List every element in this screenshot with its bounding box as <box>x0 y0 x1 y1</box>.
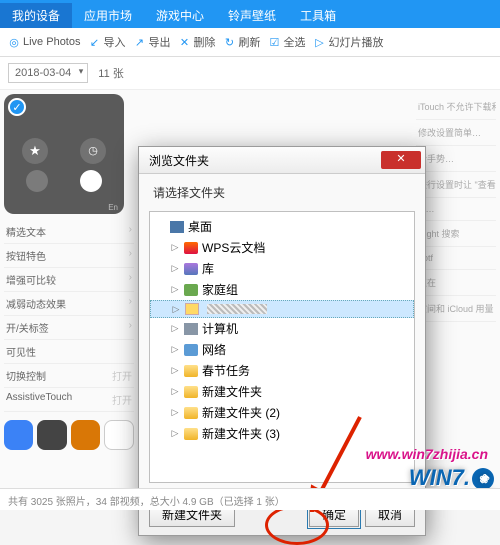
tree-wps[interactable]: ▷WPS云文档 <box>150 237 414 258</box>
network-icon <box>184 344 198 356</box>
folder-tree[interactable]: 桌面 ▷WPS云文档 ▷库 ▷家庭组 ▷ ▷计算机 ▷网络 ▷春节任务 ▷新建文… <box>149 211 415 483</box>
date-dropdown[interactable]: 2018-03-04 <box>8 63 88 83</box>
tab-game[interactable]: 游戏中心 <box>144 3 216 28</box>
tree-network[interactable]: ▷网络 <box>150 339 414 360</box>
dialog-prompt: 请选择文件夹 <box>139 174 425 207</box>
close-button[interactable]: ✕ <box>381 151 421 169</box>
tab-ring[interactable]: 铃声壁纸 <box>216 3 288 28</box>
wps-icon <box>184 242 198 254</box>
tab-tools[interactable]: 工具箱 <box>288 3 348 28</box>
tree-folder[interactable]: ▷新建文件夹 <box>150 381 414 402</box>
tree-homegroup[interactable]: ▷家庭组 <box>150 279 414 300</box>
selectall-icon: ☑ <box>268 36 280 48</box>
photo-count: 11 张 <box>98 65 123 81</box>
top-tabs: 我的设备 应用市场 游戏中心 铃声壁纸 工具箱 <box>0 0 500 28</box>
tab-device[interactable]: 我的设备 <box>0 3 72 28</box>
filter-bar: 2018-03-04 11 张 <box>0 57 500 90</box>
toolbar: ◎Live Photos ↙导入 ↗导出 ✕删除 ↻刷新 ☑全选 ▷幻灯片播放 <box>0 28 500 57</box>
tab-market[interactable]: 应用市场 <box>72 3 144 28</box>
export-icon: ↗ <box>133 36 145 48</box>
tree-folder[interactable]: ▷新建文件夹 (2) <box>150 402 414 423</box>
folder-icon <box>184 407 198 419</box>
tree-desktop[interactable]: 桌面 <box>150 216 414 237</box>
play-icon: ▷ <box>313 36 325 48</box>
delete-icon: ✕ <box>178 36 190 48</box>
tool-import[interactable]: ↙导入 <box>88 34 125 50</box>
dialog-titlebar: 浏览文件夹 ✕ <box>139 147 425 174</box>
tree-folder[interactable]: ▷春节任务 <box>150 360 414 381</box>
live-icon: ◎ <box>8 36 20 48</box>
tree-library[interactable]: ▷库 <box>150 258 414 279</box>
desktop-icon <box>170 221 184 233</box>
dialog-title: 浏览文件夹 <box>149 152 209 169</box>
tool-selectall[interactable]: ☑全选 <box>268 34 305 50</box>
tree-folder[interactable]: ▷新建文件夹 (3) <box>150 423 414 444</box>
folder-icon <box>184 386 198 398</box>
tool-export[interactable]: ↗导出 <box>133 34 170 50</box>
tool-delete[interactable]: ✕删除 <box>178 34 215 50</box>
status-bar: 共有 3025 张照片，34 部视频，总大小 4.9 GB（已选择 1 张） <box>0 488 500 510</box>
homegroup-icon <box>184 284 198 296</box>
library-icon <box>184 263 198 275</box>
user-folder-icon <box>185 303 199 315</box>
tool-slideshow[interactable]: ▷幻灯片播放 <box>313 34 383 50</box>
tree-computer[interactable]: ▷计算机 <box>150 318 414 339</box>
watermark-url: www.win7zhijia.cn <box>366 446 488 462</box>
import-icon: ↙ <box>88 36 100 48</box>
folder-icon <box>184 428 198 440</box>
tool-refresh[interactable]: ↻刷新 <box>223 34 260 50</box>
refresh-icon: ↻ <box>223 36 235 48</box>
folder-icon <box>184 365 198 377</box>
tree-selected[interactable]: ▷ <box>150 300 414 318</box>
browse-folder-dialog: 浏览文件夹 ✕ 请选择文件夹 桌面 ▷WPS云文档 ▷库 ▷家庭组 ▷ ▷计算机… <box>138 146 426 536</box>
computer-icon <box>184 323 198 335</box>
tool-livephotos[interactable]: ◎Live Photos <box>8 36 80 48</box>
